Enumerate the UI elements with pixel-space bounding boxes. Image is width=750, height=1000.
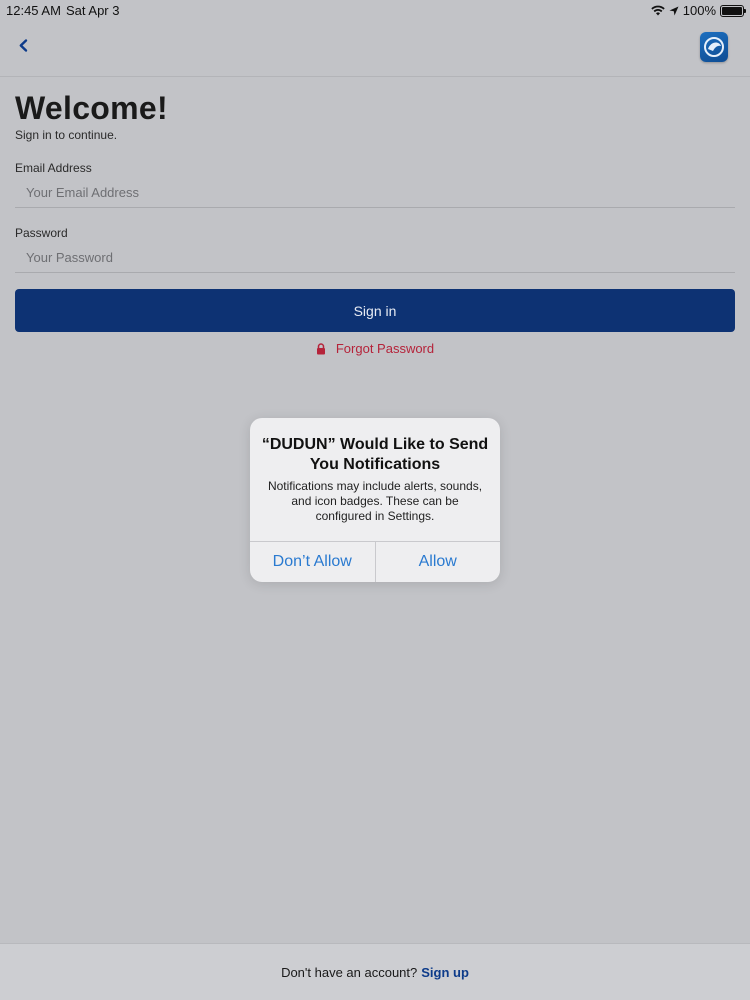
footer: Don't have an account? Sign up	[0, 943, 750, 1000]
sign-in-label: Sign in	[353, 302, 397, 319]
password-label: Password	[15, 226, 68, 240]
app-logo	[700, 32, 728, 62]
sign-in-button[interactable]: Sign in	[15, 289, 735, 332]
status-bar: 12:45 AM Sat Apr 3 100%	[0, 0, 750, 20]
app-logo-icon	[704, 37, 724, 57]
wifi-icon	[651, 5, 665, 16]
nav-bar	[0, 20, 750, 77]
page-subtitle: Sign in to continue.	[15, 128, 118, 142]
status-time: 12:45 AM	[6, 3, 61, 18]
email-label: Email Address	[15, 161, 92, 175]
back-button[interactable]	[12, 34, 36, 58]
location-arrow-icon	[669, 6, 679, 15]
password-field[interactable]	[15, 243, 735, 273]
alert-actions: Don’t Allow Allow	[250, 541, 500, 582]
battery-icon	[720, 4, 746, 17]
alert-message: Notifications may include alerts, sounds…	[267, 479, 483, 523]
status-date: Sat Apr 3	[66, 3, 120, 18]
forgot-password-label: Forgot Password	[335, 341, 435, 356]
forgot-password-link[interactable]: Forgot Password	[0, 341, 750, 356]
dont-allow-button[interactable]: Don’t Allow	[250, 542, 375, 582]
allow-button[interactable]: Allow	[374, 542, 501, 582]
lock-icon	[316, 342, 325, 354]
email-field[interactable]	[15, 178, 735, 208]
notification-permission-alert: “DUDUN” Would Like to Send You Notificat…	[250, 418, 500, 582]
sign-up-link[interactable]: Sign up	[421, 965, 469, 980]
alert-title: “DUDUN” Would Like to Send You Notificat…	[261, 436, 489, 473]
status-indicators: 100%	[651, 3, 746, 18]
battery-percentage: 100%	[682, 3, 716, 18]
page-title: Welcome!	[15, 90, 168, 126]
signup-prompt: Don't have an account?	[281, 964, 418, 980]
chevron-left-icon	[19, 39, 28, 52]
